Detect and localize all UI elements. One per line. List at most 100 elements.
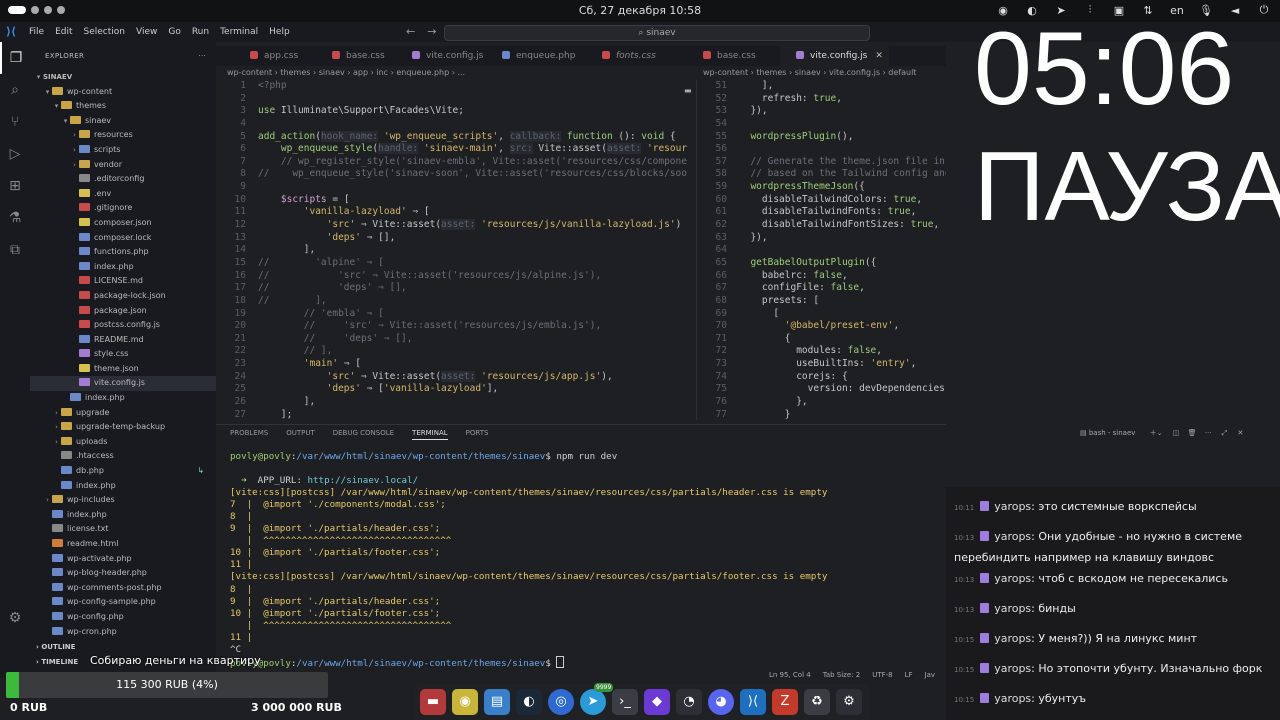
more-actions-icon[interactable]: ··· (198, 42, 206, 70)
tree-item[interactable]: postcss.config.js (30, 318, 216, 333)
vscode-app-icon[interactable]: ⟩⟨ (740, 689, 766, 715)
status-item[interactable]: Tab Size: 2 (823, 671, 860, 679)
tree-item[interactable]: db.php ↳ (30, 464, 216, 479)
menu-view[interactable]: View (136, 27, 157, 37)
code-line[interactable]: }), (739, 232, 946, 245)
back-arrow-icon[interactable]: ← (406, 25, 415, 38)
code-line[interactable]: modules: false, (739, 345, 946, 358)
tree-item[interactable]: README.md (30, 333, 216, 348)
terminal-output[interactable]: povly@povly:/var/www/html/sinaev/wp-cont… (230, 451, 827, 669)
code-line[interactable] (739, 244, 946, 257)
telegram-icon[interactable]: ➤ 9999 (580, 683, 614, 715)
panel-tab-debug-console[interactable]: DEBUG CONSOLE (333, 429, 394, 440)
tree-item[interactable]: vite.config.js (30, 376, 216, 392)
tree-item[interactable]: › wp-includes (30, 493, 216, 508)
tree-item[interactable]: index.php (30, 508, 216, 523)
settings-app-icon[interactable]: ⚙ (836, 689, 862, 715)
code-line[interactable] (258, 118, 687, 131)
code-line[interactable] (739, 118, 946, 131)
code-line[interactable]: ], (258, 244, 687, 257)
maximize-panel-icon[interactable]: ⤢ (1222, 429, 1228, 437)
workspace-root[interactable]: ▾ SINAEV (30, 70, 216, 85)
split-terminal-icon[interactable]: ◫ (1173, 429, 1180, 437)
code-line[interactable]: 'deps' ⇒ ['vanilla-lazyload'], (258, 383, 687, 396)
code-line[interactable]: // 'src' ⇒ Vite::asset('resources/js/emb… (258, 320, 687, 333)
code-line[interactable]: [ (739, 308, 946, 321)
tree-item[interactable]: functions.php (30, 245, 216, 260)
code-line[interactable]: // wp_register_style('sinaev-embla', Vit… (258, 156, 687, 169)
editor-tab[interactable]: fonts.css (586, 46, 656, 66)
panel-tab-problems[interactable]: PROBLEMS (230, 429, 268, 440)
code-line[interactable]: // 'deps' ⇒ [], (258, 282, 687, 295)
tree-item[interactable]: package.json (30, 304, 216, 319)
code-line[interactable]: // 'embla' ⇒ [ (258, 308, 687, 321)
extensions-icon[interactable]: ⊞ (0, 170, 30, 202)
editor-left-enqueue-php[interactable]: 1 2 3 4 5 6 7 8 9 10 11 12 13 14 15 16 17 18 19 20 21 22 23 24 2… (216, 80, 696, 420)
code-line[interactable]: // 'deps' ⇒ [], (258, 333, 687, 346)
source-control-icon[interactable]: ⑂ (0, 106, 30, 138)
tree-item[interactable]: › upgrade (30, 406, 216, 421)
obs-app-icon[interactable]: ◉ (452, 689, 478, 715)
panel-tab-output[interactable]: OUTPUT (286, 429, 315, 440)
menu-selection[interactable]: Selection (84, 27, 125, 37)
code-line[interactable]: babelrc: false, (739, 270, 946, 283)
status-item[interactable]: UTF-8 (872, 671, 892, 679)
kill-terminal-icon[interactable]: 🗑 (1188, 429, 1197, 437)
code-line[interactable]: // ], (258, 345, 687, 358)
tree-item[interactable]: › scripts (30, 143, 216, 158)
tree-item[interactable]: license.txt (30, 522, 216, 537)
code-line[interactable]: presets: [ (739, 295, 946, 308)
tree-item[interactable]: .htaccess (30, 449, 216, 464)
menu-help[interactable]: Help (269, 27, 290, 37)
code-line[interactable]: 'vanilla-lazyload' ⇒ [ (258, 206, 687, 219)
close-panel-icon[interactable]: ✕ (1238, 429, 1244, 437)
code-line[interactable]: // based on the Tailwind config and the … (739, 168, 946, 181)
editor-tab[interactable]: vite.config.js ✕ (780, 46, 889, 66)
testing-icon[interactable]: ⚗ (0, 202, 30, 234)
code-line[interactable]: // 'src' ⇒ Vite::asset('resources/js/alp… (258, 270, 687, 283)
editor-tab[interactable]: app.css (234, 46, 298, 66)
tree-item[interactable]: › upgrade-temp-backup (30, 420, 216, 435)
close-icon[interactable]: ✕ (875, 51, 883, 61)
code-line[interactable]: <?php (258, 80, 687, 93)
code-line[interactable]: // ], (258, 295, 687, 308)
editor-tab[interactable]: vite.config.js (396, 46, 483, 66)
code-line[interactable]: ]; (258, 409, 687, 420)
breadcrumb-right[interactable]: wp-content › themes › sinaev › vite.conf… (703, 68, 916, 77)
tree-item[interactable]: › vendor (30, 158, 216, 173)
trash-icon[interactable]: ♻ (804, 689, 830, 715)
code-line[interactable]: 'src' ⇒ Vite::asset(asset: 'resources/js… (258, 370, 687, 384)
explorer-icon[interactable]: ❐ (0, 42, 30, 74)
steam-app-icon[interactable]: ◐ (516, 689, 542, 715)
menu-run[interactable]: Run (192, 27, 209, 37)
breadcrumb-left[interactable]: wp-content › themes › sinaev › app › inc… (227, 68, 465, 77)
tree-item[interactable]: style.css (30, 347, 216, 362)
code-line[interactable]: version: devDependencies['core-js'], (739, 383, 946, 396)
menu-go[interactable]: Go (168, 27, 180, 37)
code-line[interactable]: add_action(hook_name: 'wp_enqueue_script… (258, 130, 687, 144)
tree-item[interactable]: ▾ themes (30, 99, 216, 114)
chrome-icon[interactable]: ◎ (548, 689, 574, 715)
code-line[interactable]: useBuiltIns: 'entry', (739, 358, 946, 371)
tree-item[interactable]: .gitignore (30, 201, 216, 216)
tree-item[interactable]: composer.json (30, 216, 216, 231)
code-area[interactable]: <?php use Illuminate\Support\Facades\Vite… (258, 80, 687, 420)
tree-item[interactable]: › uploads (30, 435, 216, 450)
obsidian-icon[interactable]: ◆ (644, 689, 670, 715)
code-line[interactable]: disableTailwindColors: true, (739, 194, 946, 207)
code-line[interactable]: wp_enqueue_style(handle: 'sinaev-main', … (258, 143, 687, 156)
filezilla-icon[interactable]: Z (772, 689, 798, 715)
code-line[interactable]: ], (739, 80, 946, 93)
code-line[interactable]: wordpressThemeJson({ (739, 181, 946, 194)
code-line[interactable]: disableTailwindFontSizes: true, (739, 219, 946, 232)
tree-item[interactable]: wp-config-sample.php (30, 595, 216, 610)
panel-tab-terminal[interactable]: TERMINAL (412, 429, 448, 440)
code-area[interactable]: ], refresh: true, }), wordpressPlugin(),… (739, 80, 946, 420)
system-monitor-icon[interactable]: ◔ (676, 689, 702, 715)
panel-tab-ports[interactable]: PORTS (466, 429, 489, 440)
tree-item[interactable]: readme.html (30, 537, 216, 552)
forward-arrow-icon[interactable]: → (427, 25, 436, 38)
tree-item[interactable]: LICENSE.md (30, 274, 216, 289)
files-app-icon[interactable]: ▬ (420, 689, 446, 715)
editor-tab[interactable]: base.css (316, 46, 385, 66)
